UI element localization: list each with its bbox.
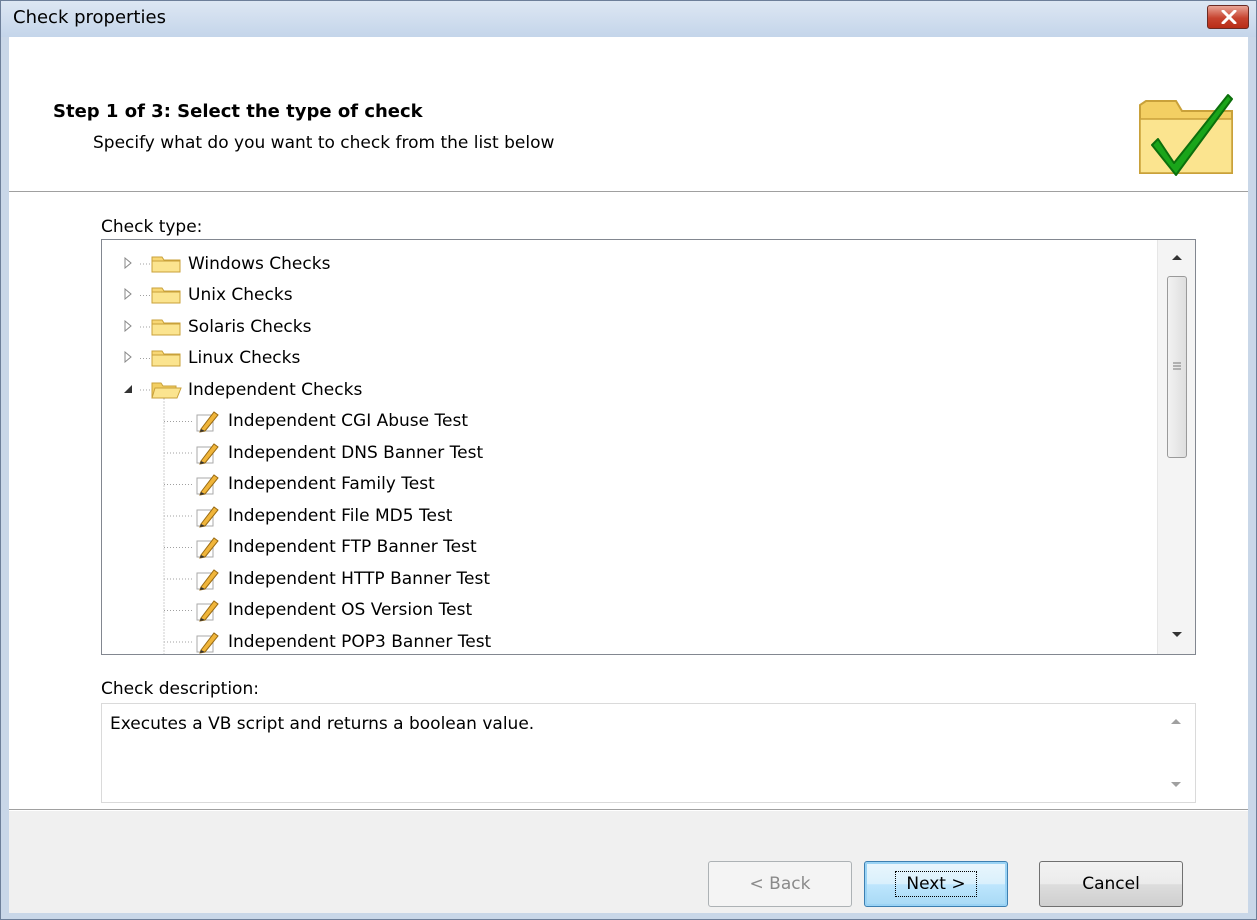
tree-item-check[interactable]: Independent CGI Abuse Test [194, 406, 468, 437]
grip-icon [1173, 362, 1181, 370]
tree-item-label: Solaris Checks [188, 316, 312, 337]
scroll-up-arrow-icon[interactable] [1170, 252, 1184, 262]
tree-item-check[interactable]: Independent POP3 Banner Test [194, 626, 492, 654]
tree-item-label: Unix Checks [188, 285, 293, 305]
pencil-icon [194, 567, 220, 591]
title-bar[interactable]: Check properties [1, 1, 1256, 37]
check-description-box[interactable]: Executes a VB script and returns a boole… [101, 703, 1196, 803]
tree-scrollbar[interactable] [1157, 240, 1195, 654]
scroll-down-arrow-icon[interactable] [1169, 780, 1183, 790]
tree-item-folder[interactable]: Linux Checks [122, 343, 300, 374]
folder-icon [150, 253, 182, 275]
wizard-footer: < Back Next > Cancel [9, 811, 1248, 913]
folder-icon [150, 284, 182, 306]
cancel-button[interactable]: Cancel [1039, 861, 1183, 907]
tree-item-label: Independent POP3 Banner Test [228, 631, 492, 652]
pencil-icon [194, 630, 220, 654]
tree-item-check[interactable]: Independent File MD5 Test [194, 500, 452, 531]
scroll-up-arrow-icon[interactable] [1169, 716, 1183, 726]
folder-open-icon [150, 379, 182, 401]
tree-item-label: Independent HTTP Banner Test [228, 568, 491, 589]
check-description-label: Check description: [101, 679, 259, 699]
next-button[interactable]: Next > [864, 861, 1008, 907]
pencil-icon [194, 598, 220, 622]
expand-arrow-icon[interactable] [122, 285, 140, 305]
collapse-arrow-icon[interactable] [122, 380, 140, 400]
tree-viewport: Windows Checks Unix Checks Solaris Checks L… [102, 240, 1157, 654]
pencil-icon [194, 441, 220, 465]
pencil-icon [194, 409, 220, 433]
tree-item-label: Independent FTP Banner Test [228, 537, 477, 557]
close-icon [1221, 10, 1237, 24]
folder-icon [150, 347, 182, 369]
tree-item-label: Independent CGI Abuse Test [228, 411, 469, 431]
check-type-tree[interactable]: Windows Checks Unix Checks Solaris Checks L… [101, 239, 1196, 655]
folder-checkmark-icon [1139, 94, 1233, 176]
tree-item-check[interactable]: Independent DNS Banner Test [194, 437, 483, 468]
tree-item-label: Linux Checks [188, 348, 301, 368]
expand-arrow-icon[interactable] [122, 317, 140, 337]
check-description-text: Executes a VB script and returns a boole… [110, 714, 535, 734]
tree-item-check[interactable]: Independent OS Version Test [194, 595, 472, 626]
tree-item-check[interactable]: Independent FTP Banner Test [194, 532, 477, 563]
tree-item-label: Independent File MD5 Test [228, 505, 453, 526]
folder-icon [150, 316, 182, 338]
scrollbar-thumb[interactable] [1167, 276, 1187, 458]
tree-item-check[interactable]: Independent Family Test [194, 469, 435, 500]
scroll-down-arrow-icon[interactable] [1170, 630, 1184, 640]
tree-item-label: Independent Checks [188, 379, 363, 400]
expand-arrow-icon[interactable] [122, 254, 140, 274]
tree-item-folder[interactable]: Windows Checks [122, 248, 330, 279]
tree-item-folder[interactable]: Independent Checks [122, 374, 362, 405]
header-separator [9, 191, 1248, 193]
tree-item-label: Independent OS Version Test [228, 600, 473, 620]
close-button[interactable] [1207, 5, 1249, 29]
pencil-icon [194, 535, 220, 559]
tree-item-label: Windows Checks [188, 253, 331, 274]
wizard-header: Step 1 of 3: Select the type of check Sp… [9, 37, 1248, 191]
expand-arrow-icon[interactable] [122, 348, 140, 368]
step-title: Step 1 of 3: Select the type of check [53, 101, 423, 122]
step-subtitle: Specify what do you want to check from t… [93, 133, 555, 153]
check-type-label: Check type: [101, 217, 203, 237]
window-title: Check properties [13, 7, 166, 28]
description-scrollbar[interactable] [1157, 704, 1195, 802]
pencil-icon [194, 472, 220, 496]
tree-item-label: Independent Family Test [228, 474, 435, 494]
tree-item-folder[interactable]: Unix Checks [122, 280, 293, 311]
dialog-body: Step 1 of 3: Select the type of check Sp… [9, 37, 1248, 913]
tree-item-label: Independent DNS Banner Test [228, 442, 484, 463]
dialog-window: Check properties Step 1 of 3: Select the… [0, 0, 1257, 920]
back-button[interactable]: < Back [708, 861, 852, 907]
pencil-icon [194, 504, 220, 528]
tree-item-check[interactable]: Independent HTTP Banner Test [194, 563, 490, 594]
tree-item-folder[interactable]: Solaris Checks [122, 311, 311, 342]
